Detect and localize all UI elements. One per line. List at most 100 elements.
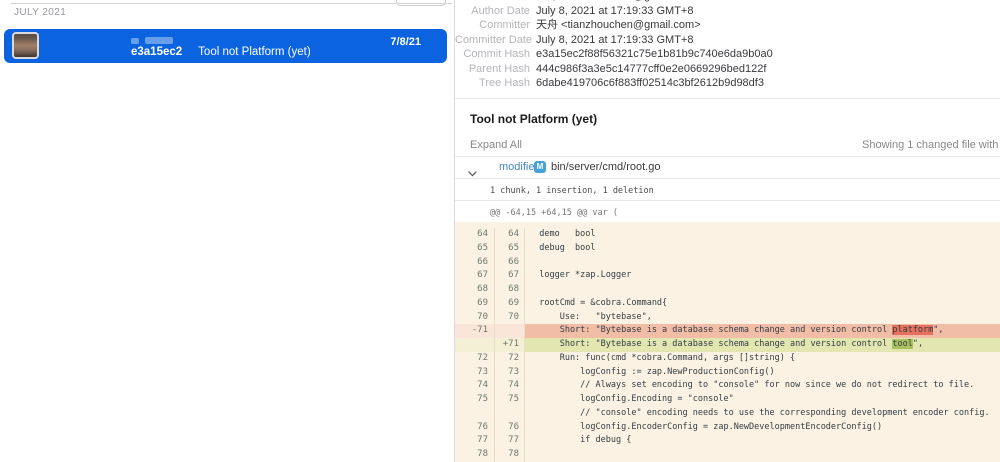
diff-view[interactable]: 6464 demo bool6565 debug bool66666767 lo… xyxy=(455,222,1000,462)
diff-row: 7070 Use: "bytebase", xyxy=(455,311,1000,325)
new-line-number: 67 xyxy=(495,269,525,283)
metadata-label: Tree Hash xyxy=(455,76,530,91)
old-line-number: 66 xyxy=(455,256,495,270)
metadata-value: July 8, 2021 at 17:19:33 GMT+8 xyxy=(536,33,693,48)
new-line-number: 72 xyxy=(495,352,525,366)
old-line-number: -71 xyxy=(455,324,495,338)
author-name-redacted xyxy=(145,37,173,44)
metadata-row: Author DateJuly 8, 2021 at 17:19:33 GMT+… xyxy=(455,4,1000,19)
diff-row: 6767 logger *zap.Logger xyxy=(455,269,1000,283)
diff-row: 7474 // Always set encoding to "console"… xyxy=(455,379,1000,393)
new-line-number: 66 xyxy=(495,256,525,270)
divider xyxy=(455,178,1000,179)
new-line-number: 65 xyxy=(495,242,525,256)
new-line-number xyxy=(495,407,525,421)
code-line: // Always set encoding to "console" for … xyxy=(525,379,1000,393)
diff-row: 7777 if debug { xyxy=(455,434,1000,448)
diff-row: 6464 demo bool xyxy=(455,228,1000,242)
old-line-number: 65 xyxy=(455,242,495,256)
diff-stats: 1 chunk, 1 insertion, 1 deletion xyxy=(490,186,654,196)
code-line xyxy=(525,256,1000,270)
commit-date: 7/8/21 xyxy=(390,36,421,48)
changed-file-header[interactable]: modified M bin/server/cmd/root.go xyxy=(455,157,1000,178)
diff-row: +71 Short: "Bytebase is a database schem… xyxy=(455,338,1000,352)
metadata-row: Commit Hashe3a15ec2f88f56321c75e1b81b9c7… xyxy=(455,47,1000,62)
old-line-number: 70 xyxy=(455,311,495,325)
diff-row: 7878 xyxy=(455,448,1000,462)
new-line-number: 75 xyxy=(495,393,525,407)
changed-files-summary: Showing 1 changed file with 1 addition a… xyxy=(862,139,1000,151)
word-diff-highlight: tool xyxy=(892,339,912,349)
divider xyxy=(455,200,1000,201)
metadata-value: 444c986f3a3e5c14777cff0e2e0669296bed122f xyxy=(536,62,766,77)
expand-all-button[interactable]: Expand All xyxy=(470,139,522,151)
diff-row: 6969 rootCmd = &cobra.Command{ xyxy=(455,297,1000,311)
code-line xyxy=(525,448,1000,462)
commit-summary-line: e3a15ec2 Tool not Platform (yet) xyxy=(131,46,311,58)
code-line: rootCmd = &cobra.Command{ xyxy=(525,297,1000,311)
metadata-value: 6dabe419706c6f883ff02514c3bf2612b9d98df3 xyxy=(536,76,764,91)
word-diff-highlight: platform xyxy=(892,325,933,335)
commit-list-panel: JULY 2021 e3a15ec2 Tool not Platform (ye… xyxy=(0,0,455,462)
commit-list-item-selected[interactable]: e3a15ec2 Tool not Platform (yet) 7/8/21 xyxy=(4,29,447,63)
old-line-number: 72 xyxy=(455,352,495,366)
new-line-number: 76 xyxy=(495,421,525,435)
code-line: Run: func(cmd *cobra.Command, args []str… xyxy=(525,352,1000,366)
metadata-label: Committer xyxy=(455,18,530,33)
file-path: bin/server/cmd/root.go xyxy=(551,161,660,173)
old-line-number xyxy=(455,338,495,352)
divider xyxy=(455,98,1000,99)
diff-row: 6565 debug bool xyxy=(455,242,1000,256)
metadata-label: Commit Hash xyxy=(455,47,530,62)
metadata-label: Committer Date xyxy=(455,33,530,48)
code-line xyxy=(525,283,1000,297)
metadata-row: Parent Hash 444c986f3a3e5c14777cff0e2e066… xyxy=(455,62,1000,77)
metadata-row: Tree Hash 6dabe419706c6f883ff02514c3bf261… xyxy=(455,76,1000,91)
old-line-number: 75 xyxy=(455,393,495,407)
code-line: if debug { xyxy=(525,434,1000,448)
code-line: // "console" encoding needs to use the c… xyxy=(525,407,1000,421)
old-line-number: 69 xyxy=(455,297,495,311)
new-line-number: 64 xyxy=(495,228,525,242)
code-line: Short: "Bytebase is a database schema ch… xyxy=(525,324,1000,338)
metadata-value: 天舟 <tianzhouchen@gmail.com> xyxy=(536,18,701,33)
chevron-down-icon[interactable] xyxy=(468,164,477,182)
new-line-number: 69 xyxy=(495,297,525,311)
new-line-number: +71 xyxy=(495,338,525,352)
old-line-number: 64 xyxy=(455,228,495,242)
old-line-number: 68 xyxy=(455,283,495,297)
modified-badge-icon: M xyxy=(534,161,546,173)
old-line-number: 74 xyxy=(455,379,495,393)
hunk-header: @@ -64,15 +64,15 @@ var ( xyxy=(490,208,618,218)
metadata-label: Parent Hash xyxy=(455,62,530,77)
commit-detail-panel: Author天舟 <tianzhouchen@gmail.com>Author … xyxy=(455,0,1000,462)
metadata-label: Author Date xyxy=(455,4,530,19)
commit-group-header: JULY 2021 xyxy=(14,7,66,18)
code-line: Use: "bytebase", xyxy=(525,311,1000,325)
metadata-list: Author天舟 <tianzhouchen@gmail.com>Author … xyxy=(455,0,1000,91)
code-line: logConfig.Encoding = "console" xyxy=(525,393,1000,407)
old-line-number: 73 xyxy=(455,366,495,380)
code-line: demo bool xyxy=(525,228,1000,242)
metadata-row: Committer 天舟 <tianzhouchen@gmail.com> xyxy=(455,18,1000,33)
diff-row: // "console" encoding needs to use the c… xyxy=(455,407,1000,421)
new-line-number: 70 xyxy=(495,311,525,325)
diff-row: 6868 xyxy=(455,283,1000,297)
author-name-redacted xyxy=(131,38,139,44)
old-line-number: 67 xyxy=(455,269,495,283)
section-divider xyxy=(11,3,452,4)
commit-message: Tool not Platform (yet) xyxy=(198,46,310,58)
old-line-number: 77 xyxy=(455,434,495,448)
diff-row: 7373 logConfig := zap.NewProductionConfi… xyxy=(455,366,1000,380)
new-line-number: 77 xyxy=(495,434,525,448)
diff-row: 7575 logConfig.Encoding = "console" xyxy=(455,393,1000,407)
metadata-row: Committer Date July 8, 2021 at 17:19:33 G… xyxy=(455,33,1000,48)
old-line-number xyxy=(455,407,495,421)
diff-row: 7272 Run: func(cmd *cobra.Command, args … xyxy=(455,352,1000,366)
new-line-number xyxy=(495,324,525,338)
commit-short-hash: e3a15ec2 xyxy=(131,46,182,58)
old-line-number: 76 xyxy=(455,421,495,435)
new-line-number: 73 xyxy=(495,366,525,380)
code-line: logger *zap.Logger xyxy=(525,269,1000,283)
commit-message-title: Tool not Platform (yet) xyxy=(470,112,597,126)
